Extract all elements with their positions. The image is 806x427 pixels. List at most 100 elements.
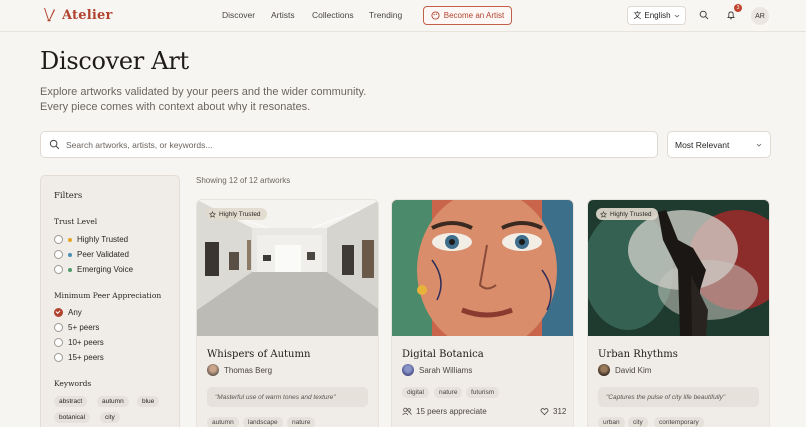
radio-button[interactable]	[54, 265, 63, 274]
artwork-tag[interactable]: nature	[287, 417, 316, 427]
brand-logo[interactable]: Atelier	[42, 7, 113, 23]
star-icon	[600, 210, 607, 218]
peer-option-label: Any	[68, 308, 82, 317]
peer-count-label: 15 peers appreciate	[416, 407, 487, 416]
peer-option-label: 15+ peers	[68, 353, 104, 362]
peer-option-15[interactable]: 15+ peers	[54, 353, 104, 362]
artwork-tag[interactable]: urban	[598, 417, 625, 427]
artist-avatar	[598, 364, 610, 376]
search-icon-button[interactable]	[697, 8, 711, 22]
peer-option-10[interactable]: 10+ peers	[54, 338, 104, 347]
nav-discover[interactable]: Discover	[222, 10, 255, 20]
page-subtitle: Explore artworks validated by your peers…	[40, 86, 367, 113]
artwork-tag[interactable]: city	[628, 417, 648, 427]
peer-option-5[interactable]: 5+ peers	[54, 323, 99, 332]
artist-link[interactable]: David Kim	[598, 364, 651, 376]
trust-color-dot	[68, 252, 72, 257]
trust-badge-label: Highly Trusted	[219, 210, 261, 218]
search-bar	[40, 131, 658, 158]
peer-appreciation-count: 15 peers appreciate	[402, 407, 487, 416]
radio-button[interactable]	[54, 353, 63, 362]
search-input[interactable]	[66, 139, 626, 150]
users-icon	[402, 407, 412, 416]
artist-link[interactable]: Sarah Williams	[402, 364, 472, 376]
keywords-heading: Keywords	[54, 379, 92, 388]
peer-quote: "Masterful use of warm tones and texture…	[207, 387, 368, 407]
nav-trending[interactable]: Trending	[369, 10, 402, 20]
page-title: Discover Art	[40, 47, 189, 75]
artwork-title[interactable]: Whispers of Autumn	[207, 349, 310, 360]
keyword-chip[interactable]: botanical	[54, 412, 91, 423]
artwork-tag[interactable]: nature	[434, 387, 463, 398]
trust-option-label: Peer Validated	[77, 250, 129, 259]
trust-option-peer-validated[interactable]: Peer Validated	[54, 250, 129, 259]
trust-badge: Highly Trusted	[596, 208, 658, 220]
trust-badge: Highly Trusted	[205, 208, 267, 220]
peer-quote: "Captures the pulse of city life beautif…	[598, 387, 759, 407]
artist-link[interactable]: Thomas Berg	[207, 364, 272, 376]
artwork-title[interactable]: Urban Rhythms	[598, 349, 678, 360]
artwork-tag[interactable]: futurism	[466, 387, 500, 398]
nav-collections[interactable]: Collections	[312, 10, 354, 20]
trust-option-emerging-voice[interactable]: Emerging Voice	[54, 265, 133, 274]
language-label: English	[644, 11, 671, 20]
trust-color-dot	[68, 237, 72, 242]
sort-value: Most Relevant	[675, 139, 730, 150]
artwork-tag[interactable]: landscape	[243, 417, 283, 427]
artwork-tag[interactable]: digital	[402, 387, 429, 398]
peer-option-any[interactable]: Any	[54, 308, 82, 317]
brush-logo-icon	[44, 8, 55, 22]
trust-badge-label: Highly Trusted	[610, 210, 652, 218]
palette-icon	[431, 11, 440, 20]
keyword-chip[interactable]: blue	[137, 396, 160, 407]
artwork-title[interactable]: Digital Botanica	[402, 349, 484, 360]
become-artist-button[interactable]: Become an Artist	[423, 6, 512, 25]
artwork-card[interactable]: Highly Trusted Urban Rhythms David Kim "…	[587, 199, 770, 427]
chevron-down-icon	[674, 14, 679, 18]
artwork-image[interactable]	[197, 200, 379, 336]
language-selector[interactable]: 文 English	[627, 6, 686, 25]
star-icon	[209, 210, 216, 218]
artwork-image[interactable]	[392, 200, 574, 336]
radio-button[interactable]	[54, 235, 63, 244]
user-avatar[interactable]: AR	[751, 7, 769, 25]
artist-name: Sarah Williams	[419, 365, 473, 375]
keyword-chip[interactable]: autumn	[97, 396, 129, 407]
artwork-tag[interactable]: contemporary	[654, 417, 704, 427]
search-icon	[699, 10, 709, 20]
brand-name: Atelier	[62, 7, 113, 23]
search-icon	[49, 139, 60, 150]
radio-button[interactable]	[54, 250, 63, 259]
peer-option-label: 5+ peers	[68, 323, 100, 332]
trust-option-highly-trusted[interactable]: Highly Trusted	[54, 235, 128, 244]
peer-option-label: 10+ peers	[68, 338, 104, 347]
artwork-card[interactable]: Highly Trusted Whispers of Autumn Thomas…	[196, 199, 379, 427]
keyword-chip[interactable]: abstract	[54, 396, 88, 407]
become-artist-label: Become an Artist	[443, 11, 505, 20]
nav-artists[interactable]: Artists	[271, 10, 295, 20]
artist-avatar	[207, 364, 219, 376]
like-button[interactable]: 312	[540, 407, 566, 416]
trust-color-dot	[68, 267, 72, 272]
radio-button[interactable]	[54, 338, 63, 347]
like-count: 312	[553, 407, 567, 416]
artist-avatar	[402, 364, 414, 376]
peer-appreciation-heading: Minimum Peer Appreciation	[54, 291, 162, 300]
notification-count-badge: 3	[734, 4, 742, 12]
keyword-chip[interactable]: city	[100, 412, 120, 423]
radio-button-selected[interactable]	[54, 308, 63, 317]
results-count: Showing 12 of 12 artworks	[196, 176, 291, 185]
artwork-tag[interactable]: autumn	[207, 417, 239, 427]
artwork-card[interactable]: Digital Botanica Sarah Williams digital …	[391, 199, 574, 427]
filters-title: Filters	[54, 191, 83, 201]
sort-dropdown[interactable]: Most Relevant	[667, 131, 771, 158]
radio-button[interactable]	[54, 323, 63, 332]
trust-level-heading: Trust Level	[54, 217, 98, 226]
artwork-image[interactable]	[588, 200, 770, 336]
bell-icon	[727, 11, 735, 20]
chevron-down-icon	[756, 143, 762, 147]
trust-option-label: Highly Trusted	[77, 235, 129, 244]
top-nav-bar: Atelier Discover Artists Collections Tre…	[0, 0, 806, 32]
artist-name: Thomas Berg	[224, 365, 273, 375]
filters-panel: Filters Trust Level Highly Trusted Peer …	[40, 175, 180, 427]
